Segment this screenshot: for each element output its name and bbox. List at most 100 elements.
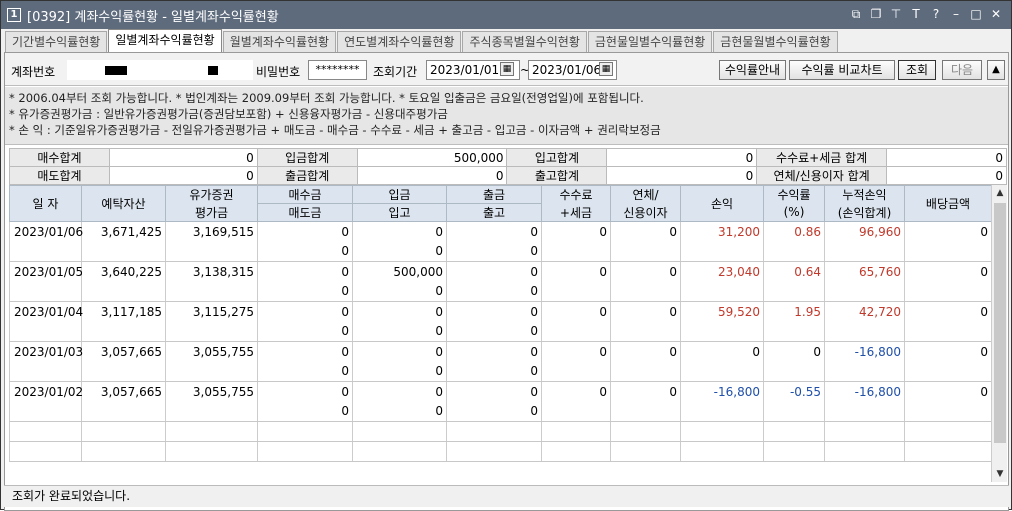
empty-cell (9, 441, 82, 462)
tab-5[interactable]: 금현물일별수익률현황 (587, 31, 713, 52)
calendar-icon[interactable]: ▦ (599, 62, 613, 76)
empty-cell (165, 441, 258, 462)
compare-chart-button[interactable]: 수익률 비교차트 (789, 60, 895, 80)
table-row-sub[interactable]: 000 (9, 401, 992, 422)
empty-cell (763, 421, 825, 442)
stock-out-cell: 0 (446, 401, 542, 422)
tab-2[interactable]: 월별계좌수익률현황 (222, 31, 337, 52)
empty-cell (763, 241, 825, 262)
empty-cell (541, 441, 611, 462)
content-panel: 계좌번호 비밀번호 ******** 조회기간 2023/01/01 ▦ ~ 2… (4, 52, 1009, 511)
stock-out-cell: 0 (446, 241, 542, 262)
empty-cell (81, 441, 166, 462)
col-buy[interactable]: 매수금 (257, 185, 353, 204)
table-row[interactable]: 2023/01/04 3,117,185 3,115,275 0 0 0 0 0 59,520 1… (9, 301, 992, 322)
scroll-down-icon[interactable]: ▼ (994, 467, 1006, 481)
link-icon[interactable]: ⧉ (849, 7, 863, 21)
table-row-sub[interactable]: 000 (9, 321, 992, 342)
help-icon[interactable]: ? (929, 7, 943, 21)
font-icon[interactable]: T (909, 7, 923, 21)
maximize-icon[interactable]: □ (969, 7, 983, 21)
summary-table: 매수합계 0 입금합계 500,000 입고합계 0 수수료+세금 합계 0 매… (9, 148, 1007, 185)
col-sell[interactable]: 매도금 (257, 203, 353, 222)
empty-cell (610, 241, 681, 262)
col-securities[interactable]: 유가증권 (165, 185, 258, 204)
copy-window-icon[interactable]: ❐ (869, 7, 883, 21)
fee-cell: 0 (541, 261, 611, 282)
collapse-arrow-icon[interactable]: ▲ (987, 60, 1005, 80)
grid-body: 2023/01/06 3,671,425 3,169,515 0 0 0 0 0 31,200 0… (9, 221, 992, 462)
account-number-field[interactable] (67, 60, 253, 80)
col-securities-sub[interactable]: 평가금 (165, 203, 258, 222)
securities-cell: 3,055,755 (165, 341, 258, 362)
next-button[interactable]: 다음 (942, 60, 982, 80)
table-row-sub[interactable]: 000 (9, 281, 992, 302)
minimize-icon[interactable]: – (949, 7, 963, 21)
empty-cell (904, 241, 992, 262)
guide-button[interactable]: 수익률안내 (719, 60, 786, 80)
empty-cell (824, 361, 905, 382)
tab-0[interactable]: 기간별수익률현황 (5, 31, 108, 52)
col-stock-out[interactable]: 출고 (446, 203, 542, 222)
col-withdraw[interactable]: 출금 (446, 185, 542, 204)
calendar-icon[interactable]: ▦ (500, 62, 514, 76)
col-pnl[interactable]: 손익 (680, 185, 764, 222)
col-fee-sub[interactable]: +세금 (541, 203, 611, 222)
empty-cell (541, 421, 611, 442)
col-rate-sub[interactable]: (%) (763, 203, 825, 222)
sell-cell: 0 (257, 281, 353, 302)
col-date[interactable]: 일 자 (9, 185, 82, 222)
assets-cell: 3,117,185 (81, 301, 166, 322)
vertical-scrollbar[interactable]: ▲ ▼ (991, 185, 1007, 482)
scroll-up-icon[interactable]: ▲ (994, 186, 1006, 200)
col-cum[interactable]: 누적손익 (824, 185, 905, 204)
pin-icon[interactable]: ⊤ (889, 7, 903, 21)
tab-3[interactable]: 연도별계좌수익률현황 (337, 31, 462, 52)
deposit-total-value: 500,000 (356, 148, 508, 167)
tab-6[interactable]: 금현물월별수익률현황 (713, 31, 838, 52)
table-row-sub[interactable]: 000 (9, 241, 992, 262)
table-row-sub[interactable]: 000 (9, 361, 992, 382)
assets-cell: 3,671,425 (81, 221, 166, 242)
table-row[interactable]: 2023/01/02 3,057,665 3,055,755 0 0 0 0 0 -16,800… (9, 381, 992, 402)
pnl-cell: 0 (680, 341, 764, 362)
table-row[interactable]: 2023/01/05 3,640,225 3,138,315 0 500,000 0 0 0 2… (9, 261, 992, 282)
close-icon[interactable]: ✕ (989, 7, 1003, 21)
stock-in-cell: 0 (352, 281, 447, 302)
pnl-cell: 23,040 (680, 261, 764, 282)
table-row[interactable]: 2023/01/06 3,671,425 3,169,515 0 0 0 0 0 31,200 0… (9, 221, 992, 242)
tab-4[interactable]: 주식종목별월수익현황 (462, 31, 587, 52)
table-row[interactable]: 2023/01/03 3,057,665 3,055,755 0 0 0 0 0 0 0 -16,8… (9, 341, 992, 362)
sell-cell: 0 (257, 401, 353, 422)
withdraw-cell: 0 (446, 221, 542, 242)
overdue-cell: 0 (610, 301, 681, 322)
password-field[interactable]: ******** (308, 60, 367, 80)
col-deposit-assets[interactable]: 예탁자산 (81, 185, 166, 222)
col-fee[interactable]: 수수료 (541, 185, 611, 204)
tab-1[interactable]: 일별계좌수익률현황 (108, 29, 222, 52)
col-stock-in[interactable]: 입고 (352, 203, 447, 222)
status-bar: 조회가 완료되었습니다. (4, 485, 1009, 507)
col-overdue-sub[interactable]: 신용이자 (610, 203, 681, 222)
empty-cell (763, 281, 825, 302)
empty-cell (610, 321, 681, 342)
dividend-cell: 0 (904, 381, 992, 402)
query-button[interactable]: 조회 (898, 60, 936, 80)
col-overdue[interactable]: 연체/ (610, 185, 681, 204)
col-rate[interactable]: 수익률 (763, 185, 825, 204)
empty-cell (904, 361, 992, 382)
fee-tax-value: 0 (886, 148, 1007, 167)
withdraw-cell: 0 (446, 381, 542, 402)
scroll-thumb[interactable] (994, 203, 1006, 443)
cum-cell: -16,800 (824, 341, 905, 362)
empty-cell (904, 441, 992, 462)
col-dividend[interactable]: 배당금액 (904, 185, 992, 222)
col-cum-sub[interactable]: (손익합계) (824, 203, 905, 222)
empty-cell (165, 421, 258, 442)
status-message: 조회가 완료되었습니다. (12, 489, 131, 503)
sell-cell: 0 (257, 361, 353, 382)
col-deposit[interactable]: 입금 (352, 185, 447, 204)
stock-out-cell: 0 (446, 361, 542, 382)
password-label: 비밀번호 (256, 65, 301, 79)
title-bar[interactable]: 1 [0392] 계좌수익률현황 - 일별계좌수익률현황 ⧉ ❐ ⊤ T ? –… (1, 1, 1011, 29)
